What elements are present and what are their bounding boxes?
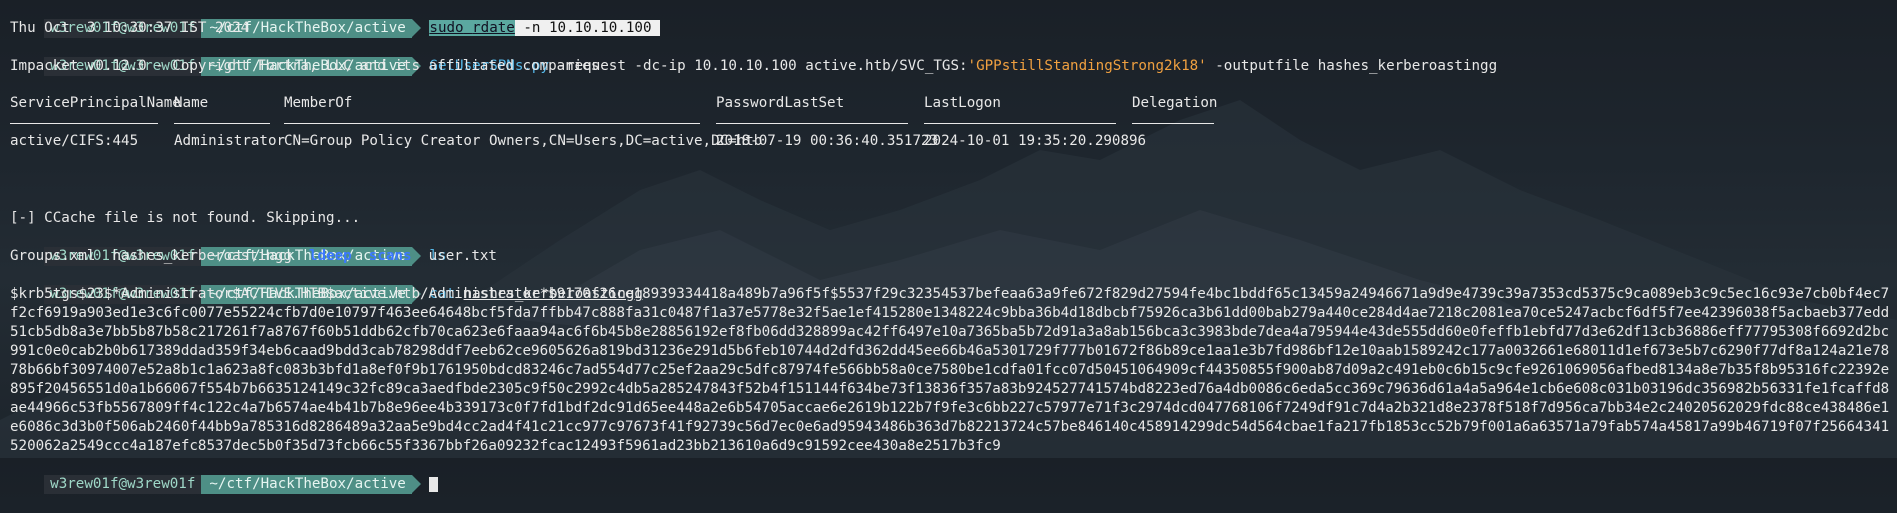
prompt-line: w3rew01f@w3rew01f ~/ctf/HackTheBox/active… xyxy=(10,228,1891,266)
terminal-cursor[interactable] xyxy=(429,476,439,492)
output-line: [-] CCache file is not found. Skipping..… xyxy=(10,210,361,226)
terminal[interactable]: w3rew01f@w3rew01f ~/ctf/HackTheBox/active… xyxy=(10,0,1891,494)
table-cell: Administrator xyxy=(174,133,286,149)
dir-entry: scans xyxy=(368,248,412,264)
file-entry: user.txt xyxy=(428,248,497,264)
prompt-line: w3rew01f@w3rew01f ~/ctf/HackTheBox/active xyxy=(10,456,1891,494)
file-entry: hashes_kerberoastingg xyxy=(112,248,292,264)
table-header: ServicePrincipalName xyxy=(10,95,181,111)
file-entry: Groups.xml xyxy=(10,248,96,264)
dir-entry: ldeep xyxy=(308,248,352,264)
prompt-arrow-icon xyxy=(411,475,421,493)
ls-output: Groups.xml hashes_kerberoastingg ldeep s… xyxy=(10,247,1891,266)
command-args: -outputfile hashes_kerberoastingg xyxy=(1206,58,1498,74)
table-header: MemberOf xyxy=(284,95,353,111)
table-header: Delegation xyxy=(1132,95,1218,111)
table-rule xyxy=(716,123,908,124)
prompt-arrow-icon xyxy=(411,19,421,37)
table-header: PasswordLastSet xyxy=(716,95,845,111)
table-cell: 2024-10-01 19:35:20.290896 xyxy=(924,133,1147,149)
table-header: LastLogon xyxy=(924,95,1001,111)
table-rule xyxy=(174,123,270,124)
table-cell: CN=Group Policy Creator Owners,CN=Users,… xyxy=(284,133,763,149)
command-name: sudo xyxy=(429,20,464,36)
command-password-string: 'GPPstillStandingStrong2k18' xyxy=(967,58,1207,74)
table-cell: 2018-07-19 00:36:40.351723 xyxy=(716,133,939,149)
table-rule xyxy=(284,123,700,124)
prompt-path: ~/ctf/HackTheBox/active xyxy=(201,475,412,494)
command-args: -n 10.10.10.100 xyxy=(514,20,661,36)
table-header: Name xyxy=(174,95,209,111)
table-rule-row xyxy=(10,114,1891,133)
table-row: active/CIFS:445 Administrator CN=Group P… xyxy=(10,133,1891,152)
prompt-line: w3rew01f@w3rew01f ~/ctf/HackTheBox/active… xyxy=(10,38,1891,76)
kerberos-hash-output: $krb5tgs$23$*Administrator$ACTIVE.HTB$ac… xyxy=(10,286,1890,454)
prompt-line: w3rew01f@w3rew01f ~/ctf/HackTheBox/active… xyxy=(10,0,1891,38)
table-rule xyxy=(1132,123,1214,124)
table-rule xyxy=(10,123,158,124)
command-args-text: -n 10.10.10.100 xyxy=(523,20,652,36)
prompt-line: w3rew01f@w3rew01f ~/ctf/HackTheBox/active… xyxy=(10,266,1891,304)
command-name: rdate xyxy=(472,20,515,36)
table-rule xyxy=(924,123,1116,124)
table-cell: active/CIFS:445 xyxy=(10,133,139,149)
command-arg xyxy=(463,20,473,36)
table-header-row: ServicePrincipalName Name MemberOf Passw… xyxy=(10,95,1891,114)
prompt-user: w3rew01f@w3rew01f xyxy=(44,475,202,494)
command-args: -request -dc-ip 10.10.10.100 active.htb/… xyxy=(557,58,968,74)
